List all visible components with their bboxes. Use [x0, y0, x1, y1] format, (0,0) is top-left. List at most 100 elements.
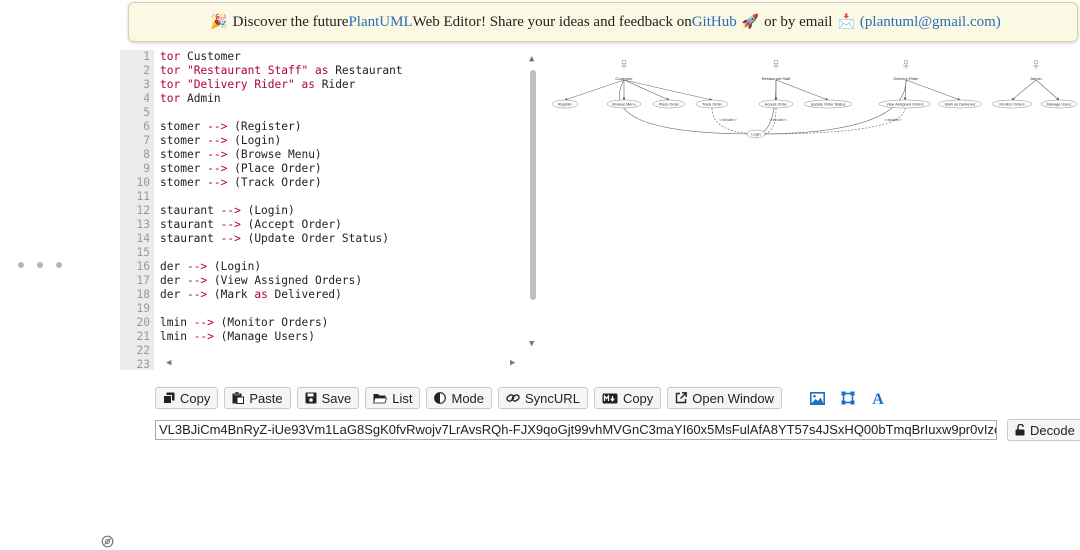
use-case-label: Register — [558, 102, 573, 106]
code-line[interactable]: stomer --> (Place Order) — [160, 162, 524, 176]
use-case[interactable]: Monitor Orders — [991, 99, 1033, 109]
code-line[interactable]: tor "Restaurant Staff" as Restaurant — [160, 64, 524, 78]
association-line — [1035, 79, 1060, 101]
line-number: 23 — [136, 358, 150, 370]
code-token: der — [160, 260, 187, 273]
open-window-button[interactable]: Open Window — [667, 387, 782, 409]
use-case[interactable]: Manage Users — [1040, 99, 1078, 109]
code-token: lmin — [160, 330, 194, 343]
use-case[interactable]: Place Order — [652, 99, 686, 109]
code-line[interactable]: tor Admin — [160, 92, 524, 106]
syncurl-label: SyncURL — [525, 390, 580, 406]
decode-button[interactable]: Decode — [1007, 419, 1080, 441]
line-number: 10 — [136, 176, 150, 189]
code-line[interactable]: lmin --> (Manage Users) — [160, 330, 524, 344]
code-token: --> — [207, 176, 228, 189]
association-line — [775, 79, 829, 101]
copy-markdown-button[interactable]: Copy — [593, 387, 662, 409]
scroll-left-icon[interactable]: ◀ — [166, 359, 171, 368]
use-case[interactable]: Accept Order — [758, 99, 794, 109]
use-case[interactable]: Mark as Delivered — [937, 99, 983, 109]
use-case[interactable]: Update Order Status — [803, 99, 853, 109]
link-icon — [506, 394, 520, 402]
horizontal-scrollbar[interactable]: ◀ ▶ — [160, 358, 524, 370]
code-token: --> — [186, 274, 208, 287]
paste-button[interactable]: Paste — [224, 387, 291, 409]
use-case[interactable]: View Assigned Orders — [878, 99, 932, 109]
scroll-up-icon[interactable]: ▲ — [529, 55, 534, 64]
save-button[interactable]: Save — [296, 387, 360, 409]
scrollbar-thumb[interactable] — [530, 70, 536, 300]
code-token: stomer — [160, 162, 208, 175]
use-case[interactable]: Browse Menu — [606, 99, 642, 109]
code-line[interactable]: der --> (Login) — [160, 260, 524, 274]
line-number: 15 — [136, 246, 150, 259]
use-case-label: Browse Menu — [612, 102, 635, 106]
code-token: staurant — [160, 232, 221, 245]
settings-circle-icon[interactable] — [101, 535, 114, 548]
copy-button[interactable]: Copy — [155, 387, 219, 409]
github-link[interactable]: GitHub — [692, 14, 737, 31]
use-case-label: Accept Order — [765, 102, 788, 106]
line-number: 8 — [143, 148, 150, 161]
use-case[interactable]: Track Order — [695, 99, 729, 109]
list-button[interactable]: List — [365, 387, 421, 409]
plantuml-link[interactable]: PlantUML — [348, 14, 412, 31]
code-line[interactable]: tor Customer — [160, 50, 524, 64]
include-label: <<include>> — [719, 118, 737, 122]
svg-text:A: A — [872, 391, 884, 405]
email-link[interactable]: (plantuml@gmail.com) — [860, 14, 1001, 31]
line-number: 11 — [136, 190, 150, 203]
scroll-right-icon[interactable]: ▶ — [510, 359, 515, 368]
code-line[interactable]: der --> (Mark as Delivered) — [160, 288, 524, 302]
scroll-down-icon[interactable]: ▼ — [529, 340, 534, 349]
code-token: (Manage Users) — [213, 330, 315, 343]
banner-prefix: Discover the future — [232, 13, 349, 30]
png-image-icon[interactable] — [809, 391, 825, 405]
use-case[interactable]: Register — [551, 99, 579, 109]
use-case-label: Login — [751, 132, 760, 136]
line-number: 3 — [143, 78, 150, 91]
code-line[interactable]: stomer --> (Track Order) — [160, 176, 524, 190]
code-token: as — [314, 64, 329, 77]
code-line[interactable]: lmin --> (Monitor Orders) — [160, 316, 524, 330]
code-line[interactable] — [160, 106, 524, 120]
code-line[interactable]: staurant --> (Accept Order) — [160, 218, 524, 232]
code-line[interactable]: staurant --> (Login) — [160, 204, 524, 218]
use-case-label: Monitor Orders — [999, 102, 1024, 106]
line-number: 12 — [136, 204, 150, 217]
banner-middle: Web Editor! Share your ideas and feedbac… — [412, 13, 692, 30]
code-line[interactable]: stomer --> (Register) — [160, 120, 524, 134]
actor-figure[interactable]: Delivery Rider — [893, 59, 919, 81]
code-line[interactable] — [160, 344, 524, 358]
code-token: (Mark — [207, 288, 255, 301]
ascii-text-icon[interactable]: A — [871, 391, 885, 405]
resize-handle[interactable] — [18, 262, 62, 268]
code-line[interactable] — [160, 190, 524, 204]
code-line[interactable]: stomer --> (Login) — [160, 134, 524, 148]
line-number: 18 — [136, 288, 150, 301]
code-line[interactable]: der --> (View Assigned Orders) — [160, 274, 524, 288]
code-token: stomer — [160, 148, 208, 161]
mode-button[interactable]: Mode — [426, 387, 493, 409]
code-editor[interactable]: 1 2 3 4 5 6 7 8 9 10 11 12 13 14 15 16 17 18 19 20 21 22 23 to… — [120, 50, 540, 370]
actor-figure[interactable]: Customer — [615, 59, 633, 81]
copy-icon — [163, 392, 175, 404]
code-area[interactable]: tor Customer tor "Restaurant Staff" as Re… — [160, 50, 524, 370]
code-line[interactable] — [160, 246, 524, 260]
code-line[interactable]: tor "Delivery Rider" as Rider — [160, 78, 524, 92]
actor-figure[interactable]: Admin — [1030, 59, 1042, 81]
vertical-scrollbar[interactable]: ▲ ▼ — [526, 50, 540, 360]
syncurl-button[interactable]: SyncURL — [498, 387, 588, 409]
code-token: stomer — [160, 176, 208, 189]
use-case[interactable]: Login — [746, 129, 766, 139]
actor-figure[interactable]: Restaurant Staff — [762, 59, 792, 81]
line-number: 17 — [136, 274, 150, 287]
code-token: Restaurant — [328, 64, 403, 77]
code-line[interactable]: stomer --> (Browse Menu) — [160, 148, 524, 162]
code-line[interactable]: staurant --> (Update Order Status) — [160, 232, 524, 246]
encoded-url-input[interactable]: VL3BJiCm4BnRyZ-iUe93Vm1LaG8SgK0fvRwojv7L… — [155, 420, 997, 440]
svg-vector-icon[interactable] — [841, 391, 855, 405]
uml-diagram-preview[interactable]: <<include>> <<include>> <<include>> Custome… — [548, 50, 1078, 150]
code-line[interactable] — [160, 302, 524, 316]
